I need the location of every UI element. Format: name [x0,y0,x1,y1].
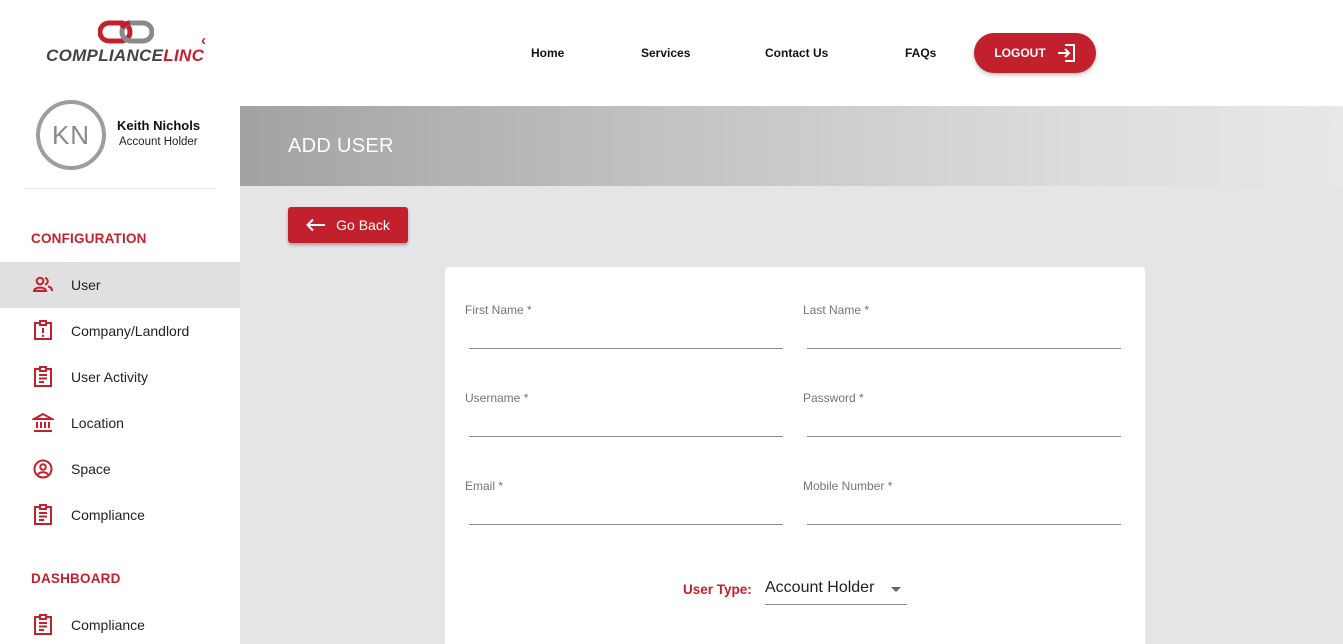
email-underline [469,524,783,525]
bank-icon [32,412,54,434]
username-underline [469,436,783,437]
password-label: Password * [803,391,864,405]
sidebar-item-label: Compliance [71,617,145,633]
first-name-input[interactable] [469,323,783,347]
main-content: ADD USER Go Back First Name * Last Name … [240,106,1343,644]
clipboard-list-icon [32,366,54,388]
email-field[interactable]: Email * [465,479,783,529]
sidebar-item-company-landlord[interactable]: Company/Landlord [0,308,240,354]
password-field[interactable]: Password * [803,391,1121,441]
sidebar-item-label: Location [71,415,124,431]
people-icon [32,274,54,296]
user-type-label: User Type: [683,582,752,597]
logout-label: LOGOUT [994,46,1046,60]
mobile-number-underline [807,524,1121,525]
user-type-value: Account Holder [765,579,875,596]
nav-home-link[interactable]: Home [531,46,564,60]
nav-services-link[interactable]: Services [641,46,690,60]
sidebar-item-compliance[interactable]: Compliance [0,492,240,538]
username-field[interactable]: Username * [465,391,783,441]
sidebar-item-label: Company/Landlord [71,323,190,339]
email-input[interactable] [469,499,783,523]
first-name-underline [469,348,783,349]
username-input[interactable] [469,411,783,435]
account-circle-icon [32,458,54,480]
last-name-underline [807,348,1121,349]
dashboard-section-title: DASHBOARD [31,571,121,586]
avatar[interactable]: KN [36,100,106,170]
clipboard-list-icon [32,614,54,636]
add-user-form-card: First Name * Last Name * Username * Pass… [445,267,1145,644]
chain-link-icon [98,20,154,44]
username-label: Username * [465,391,529,405]
email-label: Email * [465,479,504,493]
sidebar-divider [24,188,216,189]
go-back-button[interactable]: Go Back [288,207,408,243]
go-back-label: Go Back [336,217,390,233]
mobile-number-input[interactable] [807,499,1121,523]
first-name-label: First Name * [465,303,532,317]
mobile-number-label: Mobile Number * [803,479,893,493]
sidebar-item-space[interactable]: Space [0,446,240,492]
user-name: Keith Nichols [117,118,201,133]
first-name-field[interactable]: First Name * [465,303,783,353]
nav-contact-link[interactable]: Contact Us [765,46,828,60]
sidebar-collapse-chevron-icon[interactable]: ‹ [201,32,206,49]
last-name-field[interactable]: Last Name * [803,303,1121,353]
brand-wordmark: COMPLIANCELINC [46,46,204,66]
page-title: ADD USER [288,135,394,157]
sidebar: KN Keith Nichols Account Holder CONFIGUR… [0,90,240,644]
sidebar-item-location[interactable]: Location [0,400,240,446]
alert-box-icon [32,320,54,342]
user-type-select[interactable]: Account Holder [765,577,907,605]
arrow-left-icon [306,218,326,232]
sidebar-item-label: User [71,277,101,293]
sidebar-item-label: User Activity [71,369,149,385]
password-underline [807,436,1121,437]
dropdown-caret-icon [891,587,901,592]
sidebar-item-user[interactable]: User [0,262,240,308]
last-name-input[interactable] [807,323,1121,347]
sidebar-item-label: Space [71,461,111,477]
logout-icon [1057,44,1075,62]
configuration-section-title: CONFIGURATION [31,231,147,246]
sidebar-item-user-activity[interactable]: User Activity [0,354,240,400]
brand-logo[interactable]: COMPLIANCELINC [46,20,204,70]
last-name-label: Last Name * [803,303,870,317]
logout-button[interactable]: LOGOUT [974,33,1096,73]
brand-name-prefix: COMPLIANCE [46,46,164,65]
sidebar-item-label: Compliance [71,507,145,523]
user-role: Account Holder [119,136,198,148]
clipboard-list-icon [32,504,54,526]
app-page: COMPLIANCELINC ‹ Home Services Contact U… [0,0,1343,644]
page-header-banner: ADD USER [240,106,1343,186]
brand-name-suffix: LINC [163,46,205,65]
password-input[interactable] [807,411,1121,435]
mobile-number-field[interactable]: Mobile Number * [803,479,1121,529]
sidebar-item-dashboard-compliance[interactable]: Compliance [0,602,240,644]
nav-faqs-link[interactable]: FAQs [905,46,936,60]
